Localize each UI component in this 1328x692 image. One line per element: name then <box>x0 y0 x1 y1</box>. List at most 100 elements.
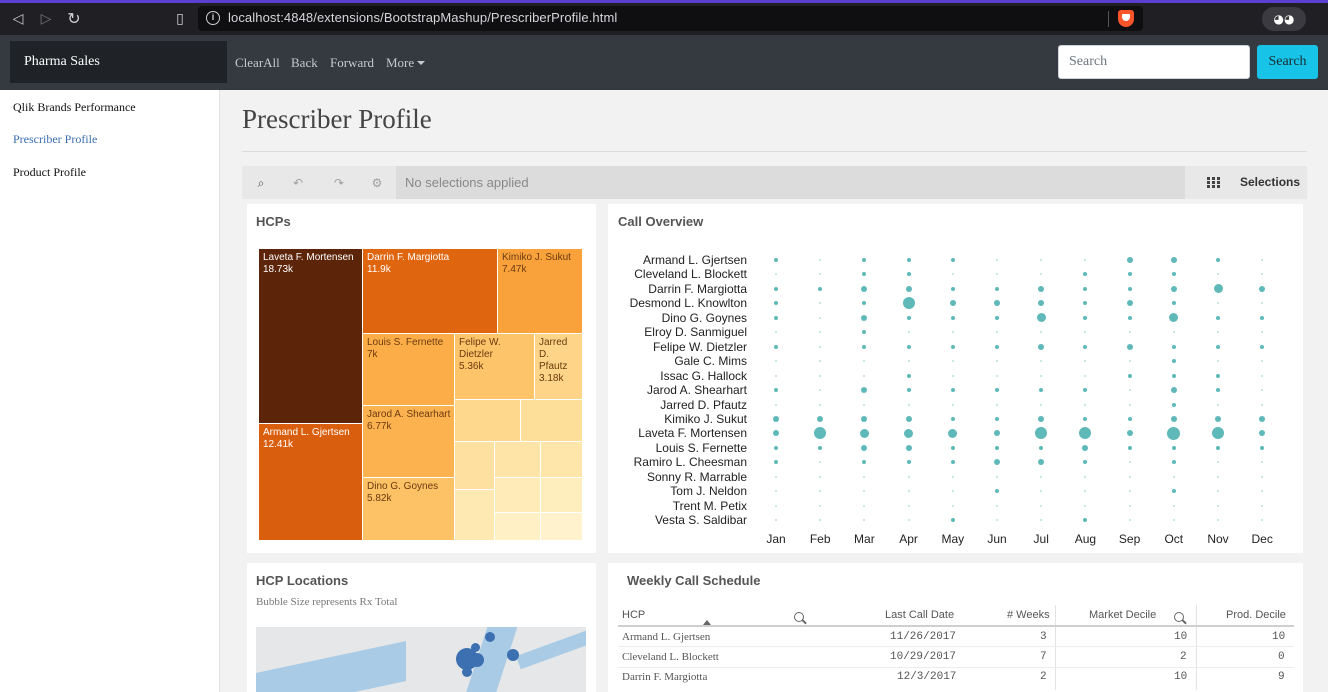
call-dot[interactable] <box>902 297 915 310</box>
treemap-tile[interactable]: Jarod A. Shearhart 6.77k <box>363 406 455 478</box>
treemap-tile-small[interactable] <box>455 490 495 541</box>
call-dot[interactable] <box>1128 403 1131 406</box>
brand-title[interactable]: Pharma Sales <box>10 41 227 83</box>
call-dot[interactable] <box>950 286 955 291</box>
treemap-tile[interactable]: Darrin F. Margiotta 11.9k <box>363 249 498 334</box>
map-bubble[interactable] <box>507 649 519 661</box>
clear-all-selections-icon[interactable]: ⚙ <box>366 172 388 194</box>
call-dot[interactable] <box>1172 504 1175 507</box>
column-header-prod-decile[interactable]: Prod. Decile <box>1226 609 1286 621</box>
call-dot[interactable] <box>774 286 778 291</box>
call-dot[interactable] <box>951 475 954 478</box>
call-dot[interactable] <box>1127 416 1132 421</box>
search-hcp-icon[interactable] <box>794 612 804 622</box>
nav-forward[interactable]: Forward <box>330 55 374 71</box>
call-dot[interactable] <box>1260 315 1265 320</box>
call-dot[interactable] <box>907 519 910 522</box>
call-dot[interactable] <box>995 344 999 349</box>
prescriber-label[interactable]: Sonny R. Marrable <box>607 470 747 484</box>
call-dot[interactable] <box>775 475 777 478</box>
address-bar[interactable]: i localhost:4848/extensions/BootstrapMas… <box>198 6 1143 31</box>
call-dot[interactable] <box>951 504 954 507</box>
call-dot[interactable] <box>951 360 954 363</box>
call-dot[interactable] <box>1261 475 1264 478</box>
call-dot[interactable] <box>950 445 955 450</box>
call-dot[interactable] <box>950 344 955 349</box>
call-dot[interactable] <box>1260 344 1265 349</box>
prescriber-label[interactable]: Dino G. Goynes <box>607 311 747 325</box>
call-dot[interactable] <box>1040 403 1043 406</box>
call-dot[interactable] <box>775 504 777 507</box>
call-dot[interactable] <box>1170 415 1177 422</box>
call-dot[interactable] <box>996 475 998 478</box>
call-dot[interactable] <box>907 504 910 507</box>
call-dot[interactable] <box>1170 285 1177 292</box>
call-dot[interactable] <box>1126 257 1133 263</box>
treemap-tile[interactable]: Armand L. Gjertsen 12.41k <box>259 424 363 541</box>
nav-back[interactable]: Back <box>291 55 318 71</box>
call-dot[interactable] <box>1128 504 1131 507</box>
call-dot[interactable] <box>1217 504 1219 507</box>
call-dot[interactable] <box>1126 300 1133 307</box>
call-dot[interactable] <box>907 360 910 363</box>
call-dot[interactable] <box>907 331 910 334</box>
call-dot[interactable] <box>1172 519 1175 522</box>
call-dot[interactable] <box>859 428 869 438</box>
smart-search-icon[interactable]: ⌕ <box>250 172 272 194</box>
step-back-icon[interactable]: ↶ <box>287 172 309 194</box>
call-dot[interactable] <box>1128 475 1131 478</box>
call-dot[interactable] <box>1038 343 1045 350</box>
search-input[interactable] <box>1058 45 1250 79</box>
call-dot[interactable] <box>1170 257 1177 263</box>
call-dot[interactable] <box>1040 504 1043 507</box>
column-header-last-call-date[interactable]: Last Call Date <box>885 609 954 621</box>
call-dot[interactable] <box>995 416 999 421</box>
browser-reload-icon[interactable]: ↻ <box>64 9 84 29</box>
call-dot[interactable] <box>906 344 911 349</box>
call-dot[interactable] <box>950 518 955 523</box>
treemap-tile[interactable]: Louis S. Fernette 7k <box>363 334 455 406</box>
call-dot[interactable] <box>819 345 822 348</box>
prescriber-label[interactable]: Desmond L. Knowlton <box>607 296 747 310</box>
call-dot[interactable] <box>819 403 822 406</box>
call-dot[interactable] <box>1171 402 1176 407</box>
call-dot[interactable] <box>1215 415 1221 422</box>
hcp-locations-map[interactable] <box>256 627 586 692</box>
prescriber-label[interactable]: Jarred D. Pfautz <box>607 398 747 412</box>
call-dot[interactable] <box>1172 475 1175 478</box>
call-dot[interactable] <box>1128 360 1131 363</box>
sidebar-item-product-profile[interactable]: Product Profile <box>13 165 86 180</box>
private-profile-icon[interactable]: ◕◕ <box>1262 7 1306 31</box>
call-dot[interactable] <box>996 403 998 406</box>
call-dot[interactable] <box>1261 374 1264 377</box>
call-dot[interactable] <box>950 258 955 262</box>
call-dot[interactable] <box>995 445 999 450</box>
bookmark-icon[interactable]: ▯ <box>170 9 190 29</box>
call-dot[interactable] <box>774 315 778 320</box>
call-dot[interactable] <box>1127 445 1132 450</box>
call-dot[interactable] <box>1216 344 1220 349</box>
call-dot[interactable] <box>775 374 777 377</box>
prescriber-label[interactable]: Kimiko J. Sukut <box>607 412 747 426</box>
call-dot[interactable] <box>1036 313 1046 323</box>
call-dot[interactable] <box>996 504 998 507</box>
call-dot[interactable] <box>1128 519 1131 522</box>
call-dot[interactable] <box>1216 258 1220 262</box>
prescriber-label[interactable]: Vesta S. Saldibar <box>607 513 747 527</box>
map-bubble[interactable] <box>462 667 472 677</box>
call-dot[interactable] <box>1217 403 1219 406</box>
treemap-tile[interactable]: Dino G. Goynes 5.82k <box>363 478 455 541</box>
call-dot[interactable] <box>950 416 955 421</box>
call-dot[interactable] <box>906 388 911 393</box>
url-text[interactable]: localhost:4848/extensions/BootstrapMashu… <box>228 10 617 25</box>
map-bubble[interactable] <box>485 632 495 642</box>
call-dot[interactable] <box>819 475 822 478</box>
treemap-tile[interactable]: Jarred D. Pfautz 3.18k <box>535 334 583 400</box>
column-header-hcp[interactable]: HCP <box>622 609 645 621</box>
call-dot[interactable] <box>773 415 779 422</box>
treemap-tile-small[interactable] <box>541 478 583 513</box>
call-dot[interactable] <box>774 445 778 450</box>
call-dot[interactable] <box>907 403 910 406</box>
call-dot[interactable] <box>905 415 912 422</box>
call-dot[interactable] <box>1040 475 1043 478</box>
